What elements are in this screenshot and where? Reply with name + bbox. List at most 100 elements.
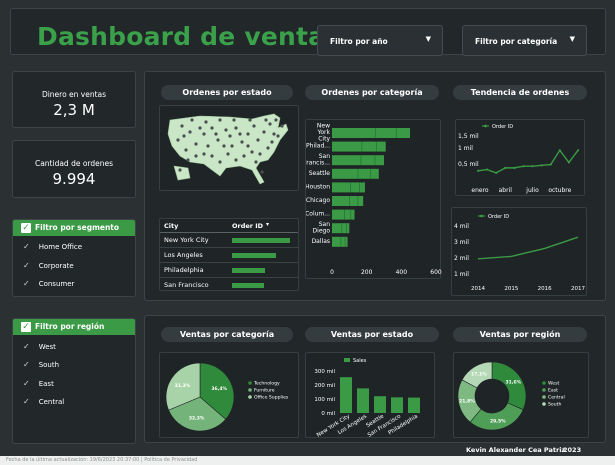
bar-segment-divider	[346, 223, 347, 234]
category-filter-dropdown[interactable]: Filtro por categoría ▼	[462, 25, 587, 56]
segment-item-corporate[interactable]: ✓ Corporate	[23, 261, 74, 270]
orders-kpi-card: Cantidad de ordenes 9.994	[12, 140, 136, 198]
map-marker	[234, 126, 238, 130]
bar-segment-divider	[350, 182, 351, 193]
check-icon: ✓	[23, 261, 30, 270]
checkbox-checked-icon[interactable]: ✓	[21, 322, 31, 332]
map-marker	[214, 132, 218, 136]
map-marker	[242, 154, 246, 158]
region-filter-header[interactable]: ✓ Filtro por región	[13, 319, 135, 335]
page-title: Dashboard de ventas	[37, 22, 341, 51]
sort-desc-icon[interactable]: ▾	[266, 221, 269, 228]
orders-by-category-chart: NewYorkCityPhilad...SanFrancis...Seattle…	[303, 119, 442, 279]
segment-item-consumer[interactable]: ✓ Consumer	[23, 279, 74, 288]
sales-by-state-svg: Sales300 mil200 mil100 mil0 milNew York …	[314, 358, 420, 439]
bar-segment-divider	[357, 168, 359, 179]
table-row[interactable]: Philadelphia	[160, 263, 298, 278]
table-cell-city: New York City	[164, 236, 209, 244]
region-item-south[interactable]: ✓ South	[23, 360, 59, 369]
data-point	[513, 166, 516, 169]
last-update-caption[interactable]: Fecha de la última actualización: 19/6/2…	[6, 457, 197, 463]
x-tick-label: 2017	[571, 286, 585, 292]
x-tick-label: 0	[330, 269, 334, 276]
map-marker	[178, 168, 182, 172]
legend-label: West	[548, 381, 559, 387]
slice-value-label: 31,3%	[175, 383, 191, 389]
bar	[332, 128, 410, 138]
bar	[332, 168, 379, 179]
table-header-row: City Order ID ▾	[160, 219, 298, 233]
region-filter-title: Filtro por región	[35, 322, 105, 331]
map-marker	[186, 158, 190, 162]
pie-slice	[491, 361, 527, 411]
map-marker	[176, 138, 180, 142]
bar-segment-divider	[357, 196, 359, 206]
yearly-trend-svg: Order ID 4 mil 3 mil 2 mil 1 mil 2014 2015 2016…	[454, 214, 585, 292]
sales-by-category-svg: 36,4% 32,3% 31,3% TechnologyFurnitureOffice…	[165, 362, 289, 432]
sales-by-state-title: Ventas por estado	[305, 327, 439, 342]
checkbox-checked-icon[interactable]: ✓	[21, 223, 31, 233]
sales-kpi-label: Dinero en ventas	[41, 90, 107, 99]
bar-category-label: Dallas	[312, 238, 330, 245]
bar-segment-divider	[395, 128, 397, 138]
bar-category-label: Philad...	[306, 143, 330, 150]
bar-segment-divider	[376, 141, 377, 152]
map-marker	[248, 118, 252, 122]
region-item-central[interactable]: ✓ Central	[23, 397, 64, 406]
table-row[interactable]: San Francisco	[160, 278, 298, 290]
check-icon: ✓	[23, 242, 30, 251]
segment-filter-header[interactable]: ✓ Filtro por segmento	[13, 220, 135, 236]
column-header-order-id[interactable]: Order ID	[232, 222, 263, 230]
dashboard-canvas: Dashboard de ventas Filtro por año ▼ Fil…	[0, 0, 615, 456]
table-row[interactable]: Los Angeles	[160, 248, 298, 263]
slice-value-label: 36,4%	[211, 386, 227, 392]
map-marker	[224, 128, 228, 132]
map-marker	[264, 118, 268, 122]
bar-segment-divider	[360, 155, 362, 166]
data-point	[567, 161, 571, 164]
bar	[332, 209, 355, 220]
region-item-label: Central	[38, 398, 65, 406]
sales-kpi-card: Dinero en ventas 2,3 M	[12, 71, 136, 128]
chevron-down-icon: ▼	[425, 35, 431, 43]
segment-item-label: Home Office	[38, 243, 83, 251]
bar	[374, 396, 386, 413]
us-map[interactable]	[159, 105, 299, 191]
map-marker	[228, 134, 232, 138]
monthly-trend-chart: Order ID 1,5 mil 1 mil 0,5 mil enero abril jul…	[455, 119, 585, 196]
map-marker	[230, 144, 234, 148]
bar-segment-divider	[344, 209, 345, 220]
sales-by-category-chart: 36,4% 32,3% 31,3% Technology Furniture Office…	[159, 352, 299, 438]
legend-marker	[542, 402, 546, 406]
sales-by-region-svg: 31,6% 29,5% 21,8% 17,1% WestEastCentralSouth	[457, 361, 565, 431]
map-marker	[270, 140, 274, 144]
data-point	[504, 166, 507, 169]
region-item-west[interactable]: ✓ West	[23, 342, 56, 351]
map-marker	[194, 142, 198, 146]
map-marker	[210, 126, 214, 130]
segment-item-home-office[interactable]: ✓ Home Office	[23, 242, 82, 251]
map-marker	[226, 152, 230, 156]
bar	[332, 141, 386, 152]
us-map-graphic	[167, 113, 289, 185]
author-name: Kevin Alexander Cea Patriz	[466, 446, 566, 454]
footer-year: 2023	[563, 446, 582, 454]
data-point	[540, 164, 543, 167]
region-item-east[interactable]: ✓ East	[23, 379, 54, 388]
map-marker	[218, 118, 222, 122]
y-tick-label: 300 mil	[314, 369, 335, 375]
table-row[interactable]: New York City	[160, 233, 298, 248]
legend-swatch	[344, 358, 350, 362]
y-tick-label: 1 mil	[458, 145, 473, 152]
map-marker	[256, 138, 260, 142]
map-marker	[240, 140, 244, 144]
bar-segment-divider	[374, 155, 376, 166]
sales-by-state-chart: Sales 300 mil 200 mil 100 mil 0 mil New York …	[305, 352, 435, 439]
x-tick-label: 400	[396, 269, 408, 276]
legend-marker	[480, 214, 483, 218]
y-tick-label: 0 mil	[321, 411, 335, 417]
check-icon: ✓	[23, 360, 30, 369]
check-icon: ✓	[23, 379, 30, 388]
year-filter-dropdown[interactable]: Filtro por año ▼	[317, 25, 443, 56]
column-header-city[interactable]: City	[164, 222, 178, 230]
